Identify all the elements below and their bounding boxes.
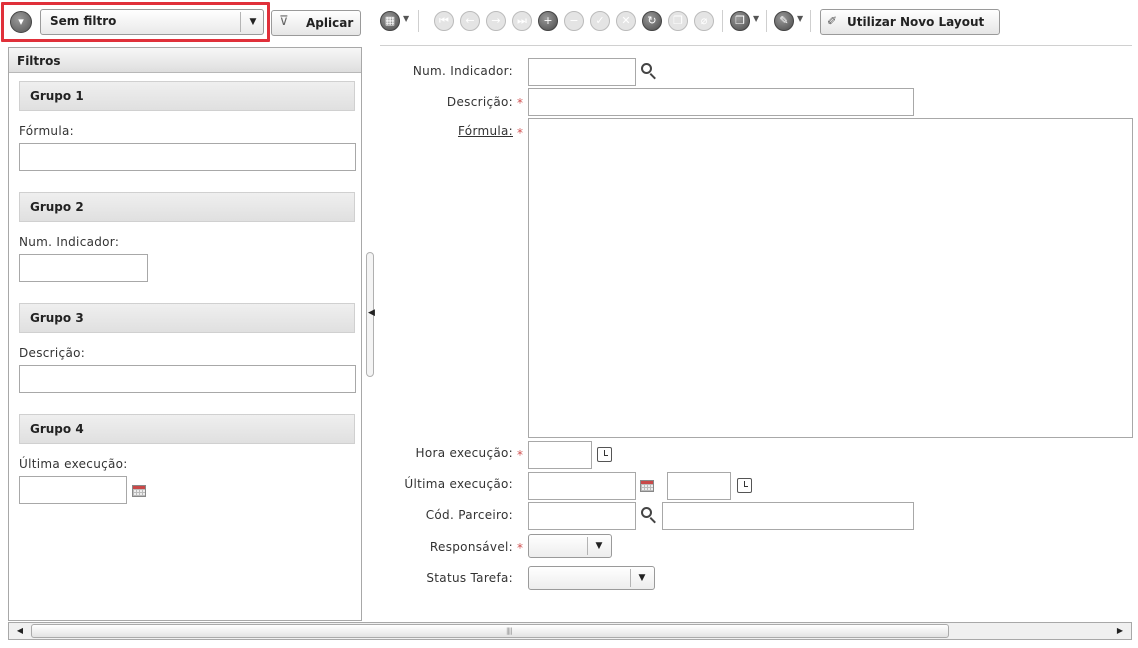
cod-parceiro-name-display: [662, 502, 914, 530]
refresh-icon[interactable]: ↻: [642, 11, 662, 31]
group-1-header[interactable]: Grupo 1: [19, 81, 355, 111]
filters-panel-title: Filtros: [9, 48, 361, 73]
last-record-icon[interactable]: ⏭: [512, 11, 532, 31]
attach-icon[interactable]: ⌀: [694, 11, 714, 31]
previous-record-icon[interactable]: ←: [460, 11, 480, 31]
chevron-down-icon: ▼: [638, 573, 646, 583]
group-2-header[interactable]: Grupo 2: [19, 192, 355, 222]
apply-button[interactable]: ⊽ Aplicar: [271, 10, 361, 36]
filter-ultima-execucao-input[interactable]: [19, 476, 127, 504]
group-3-field-label: Descrição:: [19, 346, 86, 360]
status-tarefa-select[interactable]: ▼: [528, 566, 655, 590]
grip-icon: ||||: [506, 627, 513, 635]
group-3-header[interactable]: Grupo 3: [19, 303, 355, 333]
filter-highlight-box: [1, 2, 270, 42]
formula-required-mark: *: [517, 126, 523, 140]
clone-menu-caret-icon[interactable]: ▼: [753, 14, 759, 23]
group-4-field-label: Última execução:: [19, 457, 128, 471]
wrench-icon[interactable]: ✎: [774, 11, 794, 31]
apply-button-label: Aplicar: [306, 16, 354, 30]
remove-icon[interactable]: −: [564, 11, 584, 31]
scroll-right-arrow-icon[interactable]: ▶: [1111, 623, 1129, 639]
first-record-icon[interactable]: ⏮: [434, 11, 454, 31]
filter-num-indicador-input[interactable]: [19, 254, 148, 282]
scroll-left-arrow-icon[interactable]: ◀: [11, 623, 29, 639]
cod-parceiro-input[interactable]: [528, 502, 636, 530]
responsavel-select[interactable]: ▼: [528, 534, 612, 558]
num-indicador-input[interactable]: [528, 58, 636, 86]
hora-execucao-required-mark: *: [517, 448, 523, 462]
group-1-field-label: Fórmula:: [19, 124, 74, 138]
search-icon[interactable]: [640, 62, 658, 80]
toolbar-divider: [380, 45, 1132, 46]
scrollbar-thumb[interactable]: ||||: [31, 624, 949, 638]
chevron-down-icon: ▼: [595, 541, 603, 551]
descricao-required-mark: *: [517, 96, 523, 110]
collapse-panel-arrow-icon[interactable]: ◀: [368, 308, 375, 318]
formula-label[interactable]: Fórmula:: [333, 124, 513, 138]
use-new-layout-button[interactable]: ✐ Utilizar Novo Layout: [820, 9, 1000, 35]
descricao-input[interactable]: [528, 88, 914, 116]
filter-formula-input[interactable]: [19, 143, 356, 171]
hora-execucao-label: Hora execução:: [415, 446, 513, 460]
funnel-icon: ⊽: [279, 14, 289, 29]
next-record-icon[interactable]: →: [486, 11, 506, 31]
grid-menu-caret-icon[interactable]: ▼: [403, 14, 409, 23]
ultima-execucao-label: Última execução:: [404, 477, 513, 491]
ultima-execucao-date-input[interactable]: [528, 472, 636, 500]
cod-parceiro-label: Cód. Parceiro:: [425, 508, 513, 522]
confirm-icon[interactable]: ✓: [590, 11, 610, 31]
filters-panel: Filtros Grupo 1 Fórmula: Grupo 2 Num. In…: [8, 47, 362, 621]
clone-icon[interactable]: ❐: [730, 11, 750, 31]
filter-descricao-input[interactable]: [19, 365, 356, 393]
horizontal-scrollbar[interactable]: ◀ |||| ▶: [8, 622, 1132, 640]
status-tarefa-label: Status Tarefa:: [426, 571, 513, 585]
search-icon[interactable]: [640, 506, 658, 524]
copy-icon[interactable]: ❐: [668, 11, 688, 31]
group-2-field-label: Num. Indicador:: [19, 235, 120, 249]
hora-execucao-input[interactable]: [528, 441, 592, 469]
ultima-execucao-time-input[interactable]: [667, 472, 731, 500]
wrench-menu-caret-icon[interactable]: ▼: [797, 14, 803, 23]
group-4-header[interactable]: Grupo 4: [19, 414, 355, 444]
brush-icon: ✐: [827, 14, 838, 28]
calendar-icon[interactable]: [640, 480, 654, 492]
cancel-icon[interactable]: ✕: [616, 11, 636, 31]
grid-icon[interactable]: ▦: [380, 11, 400, 31]
descricao-label: Descrição:: [446, 95, 513, 109]
use-new-layout-label: Utilizar Novo Layout: [847, 15, 985, 29]
add-icon[interactable]: +: [538, 11, 558, 31]
clock-icon[interactable]: [597, 447, 612, 462]
formula-textarea[interactable]: [528, 118, 1133, 438]
responsavel-label: Responsável:: [429, 540, 513, 554]
responsavel-required-mark: *: [517, 541, 523, 555]
calendar-icon[interactable]: [132, 485, 146, 497]
num-indicador-label: Num. Indicador:: [412, 64, 513, 78]
clock-icon[interactable]: [737, 478, 752, 493]
